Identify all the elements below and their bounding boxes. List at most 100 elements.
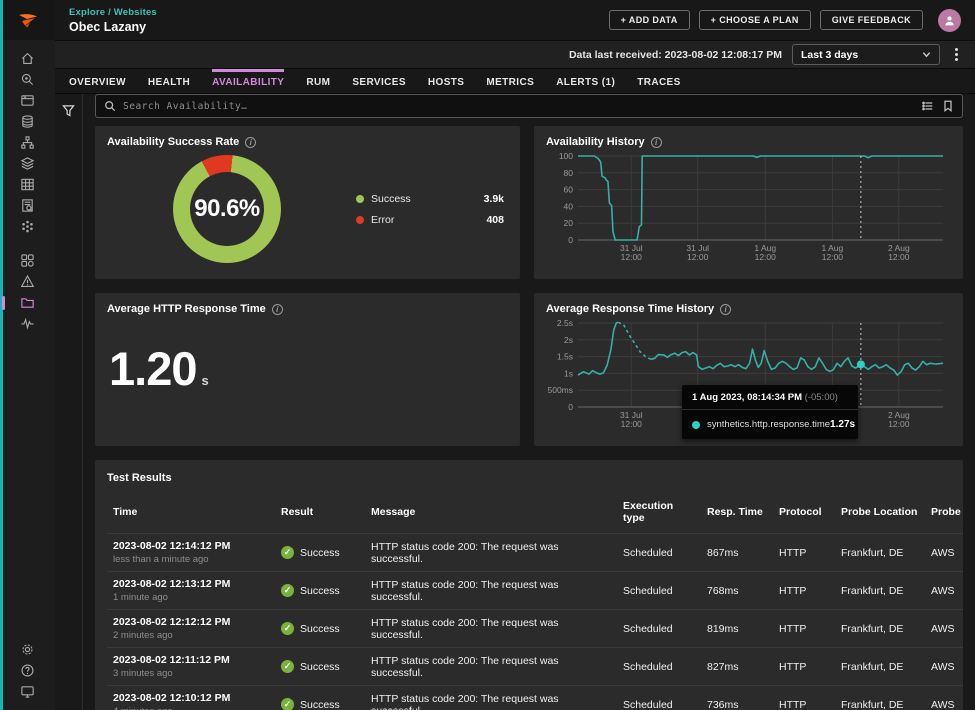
cell-protocol: HTTP: [779, 622, 807, 635]
line-chart-canvas[interactable]: 02040608010031 Jul12:0031 Jul12:001 Aug1…: [546, 150, 951, 264]
search-actions: [922, 100, 954, 112]
column-header-protocol[interactable]: Protocol: [773, 492, 835, 534]
search-icon: [105, 101, 116, 112]
sidebar-bottom-nav: [13, 639, 43, 702]
check-icon: ✓: [281, 546, 294, 559]
sidebar-item-terminal-monitor[interactable]: [13, 681, 43, 702]
time-range-select[interactable]: Last 3 days: [792, 44, 940, 65]
data-last-received-label: Data last received: 2023-08-02 12:08:17 …: [568, 48, 782, 61]
filter-funnel-icon[interactable]: [62, 104, 75, 117]
success-rate-donut[interactable]: 90.6%: [173, 155, 281, 263]
card-title-row: Availability History: [546, 136, 951, 148]
column-header-execution-type[interactable]: Execution type: [617, 492, 701, 534]
cell-probe-location: Frankfurt, DE: [841, 698, 904, 710]
svg-text:0: 0: [568, 235, 573, 245]
sidebar-item-explore[interactable]: [13, 69, 43, 90]
sidebar-item-dashboards[interactable]: [13, 250, 43, 271]
breadcrumb-explore[interactable]: Explore: [69, 7, 105, 18]
title-block: Explore / Websites Obec Lazany: [69, 7, 157, 34]
breadcrumb: Explore / Websites: [69, 7, 157, 18]
donut-chart-area: 90.6% Success 3.9k Error 408: [107, 152, 508, 266]
svg-text:12:00: 12:00: [755, 252, 777, 262]
sidebar-item-settings[interactable]: [13, 639, 43, 660]
solarwinds-logo-icon: [18, 14, 37, 28]
page-body: Availability Success Rate 90.6% Success 3…: [55, 94, 975, 710]
column-header-message[interactable]: Message: [365, 492, 617, 534]
sidebar-item-logs[interactable]: [13, 195, 43, 216]
alerts-icon: [20, 274, 35, 287]
tab-services[interactable]: SERVICES: [352, 69, 406, 93]
sidebar-item-websites[interactable]: [1, 292, 43, 313]
sidebar-item-network-topology[interactable]: [13, 132, 43, 153]
choose-plan-button[interactable]: + CHOOSE A PLAN: [698, 10, 811, 30]
tooltip-metric-name: synthetics.http.response.time: [707, 419, 831, 430]
column-header-result[interactable]: Result: [275, 492, 365, 534]
sidebar-item-kubernetes[interactable]: [13, 216, 43, 237]
tab-rum[interactable]: RUM: [306, 69, 330, 93]
give-feedback-button[interactable]: GIVE FEEDBACK: [819, 10, 923, 30]
table-row[interactable]: 2023-08-02 12:13:12 PM 1 minute ago ✓ Succe…: [107, 571, 963, 610]
column-header-probe-location[interactable]: Probe Location: [835, 492, 925, 534]
sidebar-item-help[interactable]: [13, 660, 43, 681]
column-header-probe-platform[interactable]: Probe Platform: [925, 492, 963, 534]
tooltip-metric-row: synthetics.http.response.time 1.27s: [682, 410, 858, 439]
content-area: Availability Success Rate 90.6% Success 3…: [83, 94, 975, 710]
cell-message: HTTP status code 200: The request was su…: [371, 692, 559, 710]
availability-history-chart: 0 20 40 60 80 100 31 Jul 12:00 31 Jul 12:00 1 Aug 1…: [546, 150, 951, 269]
cell-execution-type: Scheduled: [623, 698, 673, 710]
solarwinds-logo[interactable]: [0, 0, 55, 40]
cell-protocol: HTTP: [779, 698, 807, 710]
cell-resp-time: 736ms: [707, 698, 739, 710]
table-row[interactable]: 2023-08-02 12:14:12 PM less than a minute…: [107, 533, 963, 572]
info-icon[interactable]: [720, 303, 732, 315]
tab-overview[interactable]: OVERVIEW: [69, 69, 126, 93]
tab-traces[interactable]: TRACES: [637, 69, 681, 93]
sidebar-item-home[interactable]: [13, 48, 43, 69]
table-row[interactable]: 2023-08-02 12:10:12 PM4 minutes ago ✓Succ…: [107, 685, 963, 710]
tab-metrics[interactable]: METRICS: [486, 69, 534, 93]
cell-execution-type: Scheduled: [623, 584, 673, 597]
info-icon[interactable]: [650, 136, 662, 148]
time-range-value: Last 3 days: [801, 48, 859, 61]
tab-hosts[interactable]: HOSTS: [428, 69, 464, 93]
cell-message: HTTP status code 200: The request was su…: [371, 616, 559, 641]
databases-icon: [22, 115, 33, 128]
info-icon[interactable]: [245, 136, 257, 148]
check-icon: ✓: [281, 622, 294, 635]
time-toolbar: Data last received: 2023-08-02 12:08:17 …: [55, 40, 975, 68]
legend-value: 408: [486, 213, 504, 226]
breadcrumb-websites[interactable]: Websites: [114, 7, 157, 18]
sidebar-item-layers[interactable]: [13, 153, 43, 174]
metric-color-dot: [692, 420, 700, 429]
kebab-menu-icon[interactable]: [950, 45, 963, 64]
table-row[interactable]: 2023-08-02 12:12:12 PM 2 minutes ago ✓ Succ…: [107, 609, 963, 648]
info-icon[interactable]: [271, 303, 283, 315]
table-row[interactable]: 2023-08-02 12:11:12 PM 3 minutes ago ✓ Succ…: [107, 647, 963, 686]
user-avatar[interactable]: [938, 8, 961, 32]
sidebar-item-health-pulse[interactable]: [13, 313, 43, 334]
search-input[interactable]: [123, 100, 922, 112]
avg-response-unit: s: [201, 373, 209, 388]
sidebar-item-alerts[interactable]: [13, 271, 43, 292]
sidebar-item-entities-grid[interactable]: [13, 174, 43, 195]
bookmark-icon[interactable]: [942, 100, 954, 112]
cell-result: ✓ Success: [275, 648, 365, 686]
cell-execution-type: Scheduled: [623, 660, 673, 673]
cell-resp-time: 827ms: [707, 660, 739, 673]
health-pulse-icon: [21, 317, 34, 330]
cell-resp-time: 819ms: [707, 622, 739, 635]
column-header-resp-time[interactable]: Resp. Time: [701, 492, 773, 534]
check-icon: ✓: [281, 660, 294, 673]
list-view-icon[interactable]: [922, 100, 934, 112]
legend-label: Success: [371, 192, 411, 205]
add-data-button[interactable]: + ADD DATA: [608, 10, 690, 30]
tab-alerts-1[interactable]: ALERTS (1): [556, 69, 615, 93]
check-icon: ✓: [281, 584, 294, 597]
cell-probe-location: Frankfurt, DE: [841, 660, 904, 673]
tab-availability[interactable]: AVAILABILITY: [212, 69, 285, 93]
sidebar-item-browser[interactable]: [13, 90, 43, 111]
sidebar-item-databases[interactable]: [13, 111, 43, 132]
response-time-history-card: Average Response Time History 0 500ms 1s 1.…: [534, 293, 963, 446]
column-header-time[interactable]: Time: [107, 492, 275, 534]
tab-health[interactable]: HEALTH: [148, 69, 190, 93]
